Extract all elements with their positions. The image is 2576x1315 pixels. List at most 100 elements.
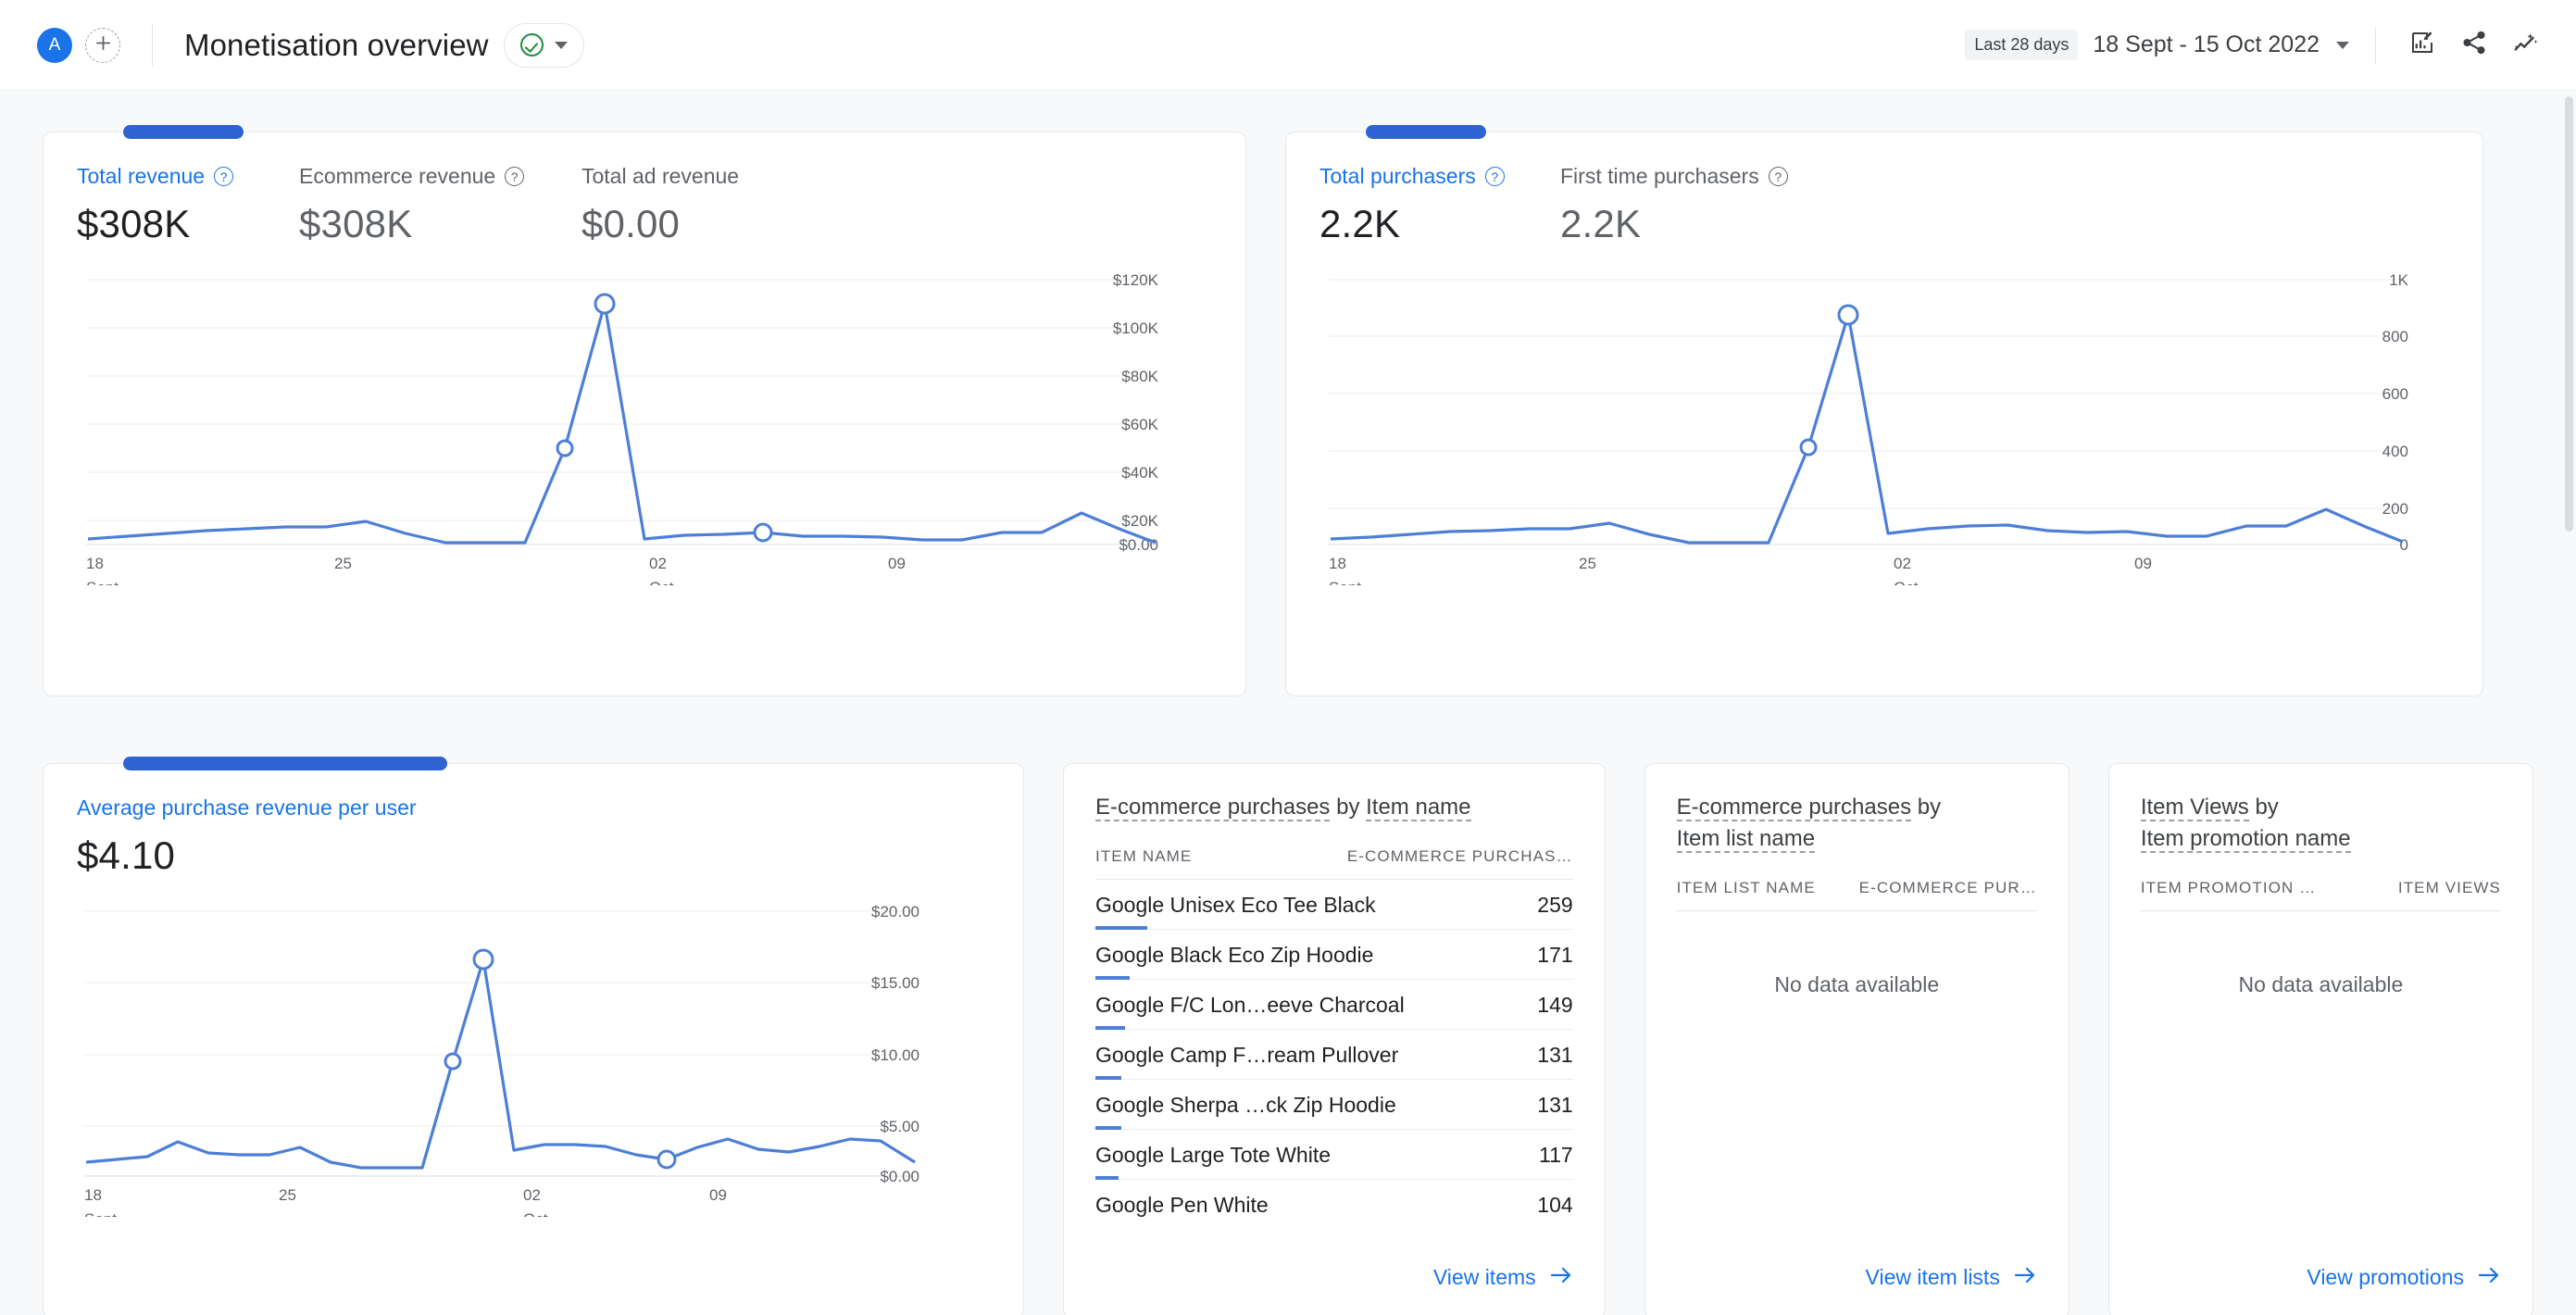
date-range-text[interactable]: 18 Sept - 15 Oct 2022 <box>2093 31 2320 58</box>
title-by-text: by <box>2255 795 2279 820</box>
table-row[interactable]: Google F/C Lon…eeve Charcoal 149 <box>1095 980 1573 1031</box>
row-label: Google F/C Lon…eeve Charcoal <box>1095 993 1405 1018</box>
empty-state-message: No data available <box>2238 972 2404 997</box>
metric-value: $4.10 <box>77 833 176 877</box>
title-metric-link[interactable]: E-commerce purchases <box>1095 795 1331 821</box>
metric-value: $308K <box>77 202 191 245</box>
title-metric-link[interactable]: E-commerce purchases <box>1676 795 1912 821</box>
arrow-right-icon <box>1549 1265 1573 1290</box>
card-total-purchasers: Total purchasers ? 2.2K First time purch… <box>1285 125 2483 696</box>
row-value: 171 <box>1537 943 1573 968</box>
svg-text:09: 09 <box>888 555 906 572</box>
table-title: E-commerce purchases by Item list name <box>1676 792 2037 855</box>
svg-text:Oct: Oct <box>649 579 674 585</box>
chart-total-purchasers[interactable]: 1K 800 600 400 200 0 18 Sept 25 02 Oct 09 <box>1319 270 2449 585</box>
table-footer: View item lists <box>1677 1243 2037 1315</box>
svg-text:$100K: $100K <box>1113 319 1159 337</box>
metric-total-purchasers[interactable]: Total purchasers ? 2.2K <box>1319 164 1560 246</box>
insights-icon <box>2512 29 2540 61</box>
edit-report-icon <box>2408 29 2436 61</box>
column-header-1[interactable]: E-COMMERCE PUR… <box>1859 879 2037 897</box>
svg-text:$40K: $40K <box>1121 464 1158 482</box>
svg-text:$15.00: $15.00 <box>871 974 919 992</box>
metric-arpu[interactable]: Average purchase revenue per user $4.10 <box>77 795 417 878</box>
table-row[interactable]: Google Large Tote White 117 <box>1095 1130 1573 1181</box>
metric-first-time-purchasers[interactable]: First time purchasers ? 2.2K <box>1560 164 1788 246</box>
table-footer: View promotions <box>2141 1243 2501 1315</box>
help-icon[interactable]: ? <box>214 167 234 186</box>
svg-text:0: 0 <box>2400 536 2408 554</box>
cards-row-bottom: Average purchase revenue per user $4.10 <box>43 757 2533 1315</box>
y-tick-labels: 1K 800 600 400 200 0 <box>2382 271 2409 554</box>
plus-icon <box>94 34 112 56</box>
data-line <box>87 302 1157 545</box>
x-tick-labels: 18 Sept 25 02 Oct 09 <box>1329 555 2152 585</box>
title-by-text: by <box>1917 795 1942 820</box>
view-item-lists-link[interactable]: View item lists <box>1866 1265 2037 1290</box>
share-button[interactable] <box>2448 19 2500 71</box>
metric-row: Average purchase revenue per user $4.10 <box>77 795 990 878</box>
svg-text:18: 18 <box>1329 555 1346 572</box>
title-dimension-link[interactable]: Item promotion name <box>2140 826 2351 854</box>
title-dimension-link[interactable]: Item name <box>1366 795 1471 821</box>
view-items-link[interactable]: View items <box>1433 1265 1573 1290</box>
add-comparison-button[interactable] <box>85 27 120 63</box>
edit-report-button[interactable] <box>2396 19 2448 71</box>
row-label: Google Black Eco Zip Hoodie <box>1095 943 1374 968</box>
table-row[interactable]: Google Pen White 104 <box>1095 1180 1573 1229</box>
insights-button[interactable] <box>2500 19 2552 71</box>
arrow-right-icon <box>2013 1265 2037 1290</box>
arrow-right-icon <box>2477 1265 2501 1290</box>
row-value: 131 <box>1537 1093 1573 1118</box>
view-promotions-label: View promotions <box>2307 1265 2464 1289</box>
column-header-0[interactable]: ITEM PROMOTION … <box>2141 879 2316 897</box>
column-header-0[interactable]: ITEM LIST NAME <box>1677 879 1816 897</box>
chart-arpu[interactable]: $20.00 $15.00 $10.00 $5.00 $0.00 18 Sept … <box>77 902 990 1217</box>
column-header-1[interactable]: E-COMMERCE PURCHAS… <box>1347 847 1573 866</box>
table-title: E-commerce purchases by Item name <box>1095 792 1573 823</box>
svg-text:Sept: Sept <box>1329 579 1361 585</box>
table-row[interactable]: Google Sherpa …ck Zip Hoodie 131 <box>1095 1080 1573 1131</box>
column-header-0[interactable]: ITEM NAME <box>1095 847 1192 866</box>
metric-total-revenue[interactable]: Total revenue ? $308K <box>77 164 299 246</box>
chart-total-revenue[interactable]: $120K $100K $80K $60K $40K $20K $0.00 18… <box>77 270 1212 585</box>
report-status-dropdown[interactable] <box>503 22 584 68</box>
table-row[interactable]: Google Camp F…ream Pullover 131 <box>1095 1030 1573 1081</box>
help-icon[interactable]: ? <box>1768 167 1788 186</box>
help-icon[interactable]: ? <box>505 167 525 186</box>
empty-state-message: No data available <box>1774 972 1940 997</box>
avatar[interactable]: A <box>37 27 72 63</box>
top-bar: A Monetisation overview Last 28 days 18 … <box>0 0 2576 91</box>
metric-ecommerce-revenue[interactable]: Ecommerce revenue ? $308K <box>299 164 581 246</box>
title-dimension-link[interactable]: Item list name <box>1676 826 1816 854</box>
svg-text:$10.00: $10.00 <box>871 1046 919 1064</box>
svg-text:400: 400 <box>2382 443 2408 460</box>
svg-text:02: 02 <box>1894 555 1911 572</box>
gridlines <box>84 910 915 1127</box>
column-header-1[interactable]: ITEM VIEWS <box>2398 879 2501 897</box>
metric-label: Total revenue ? <box>77 164 299 189</box>
help-icon[interactable]: ? <box>1484 167 1505 186</box>
x-tick-labels: 18 Sept 25 02 Oct 09 <box>84 1186 727 1217</box>
dashboard-content: Total revenue ? $308K Ecommerce revenue … <box>0 91 2576 1315</box>
svg-text:$0.00: $0.00 <box>1119 536 1158 554</box>
title-metric-link[interactable]: Item Views <box>2140 795 2249 821</box>
card-total-revenue: Total revenue ? $308K Ecommerce revenue … <box>43 125 1246 696</box>
date-range-chevron-down-icon[interactable] <box>2336 41 2349 49</box>
table-row[interactable]: Google Black Eco Zip Hoodie 171 <box>1095 930 1573 981</box>
row-value: 117 <box>1538 1143 1573 1168</box>
metric-label: First time purchasers ? <box>1560 164 1788 189</box>
view-promotions-link[interactable]: View promotions <box>2307 1265 2501 1290</box>
row-label: Google Pen White <box>1095 1193 1269 1218</box>
metric-label-text: Ecommerce revenue <box>299 164 496 188</box>
metric-total-ad-revenue[interactable]: Total ad revenue $0.00 <box>581 164 739 246</box>
table-row[interactable]: Google Unisex Eco Tee Black 259 <box>1095 880 1573 931</box>
page-scrollbar-thumb[interactable] <box>2565 96 2573 532</box>
share-icon <box>2460 29 2488 61</box>
divider <box>152 23 153 67</box>
table-header: ITEM NAME E-COMMERCE PURCHAS… <box>1095 847 1573 881</box>
svg-text:09: 09 <box>709 1186 727 1204</box>
table-footer: View items <box>1095 1243 1573 1315</box>
metric-value: $308K <box>299 202 413 245</box>
svg-text:Sept: Sept <box>86 579 119 585</box>
